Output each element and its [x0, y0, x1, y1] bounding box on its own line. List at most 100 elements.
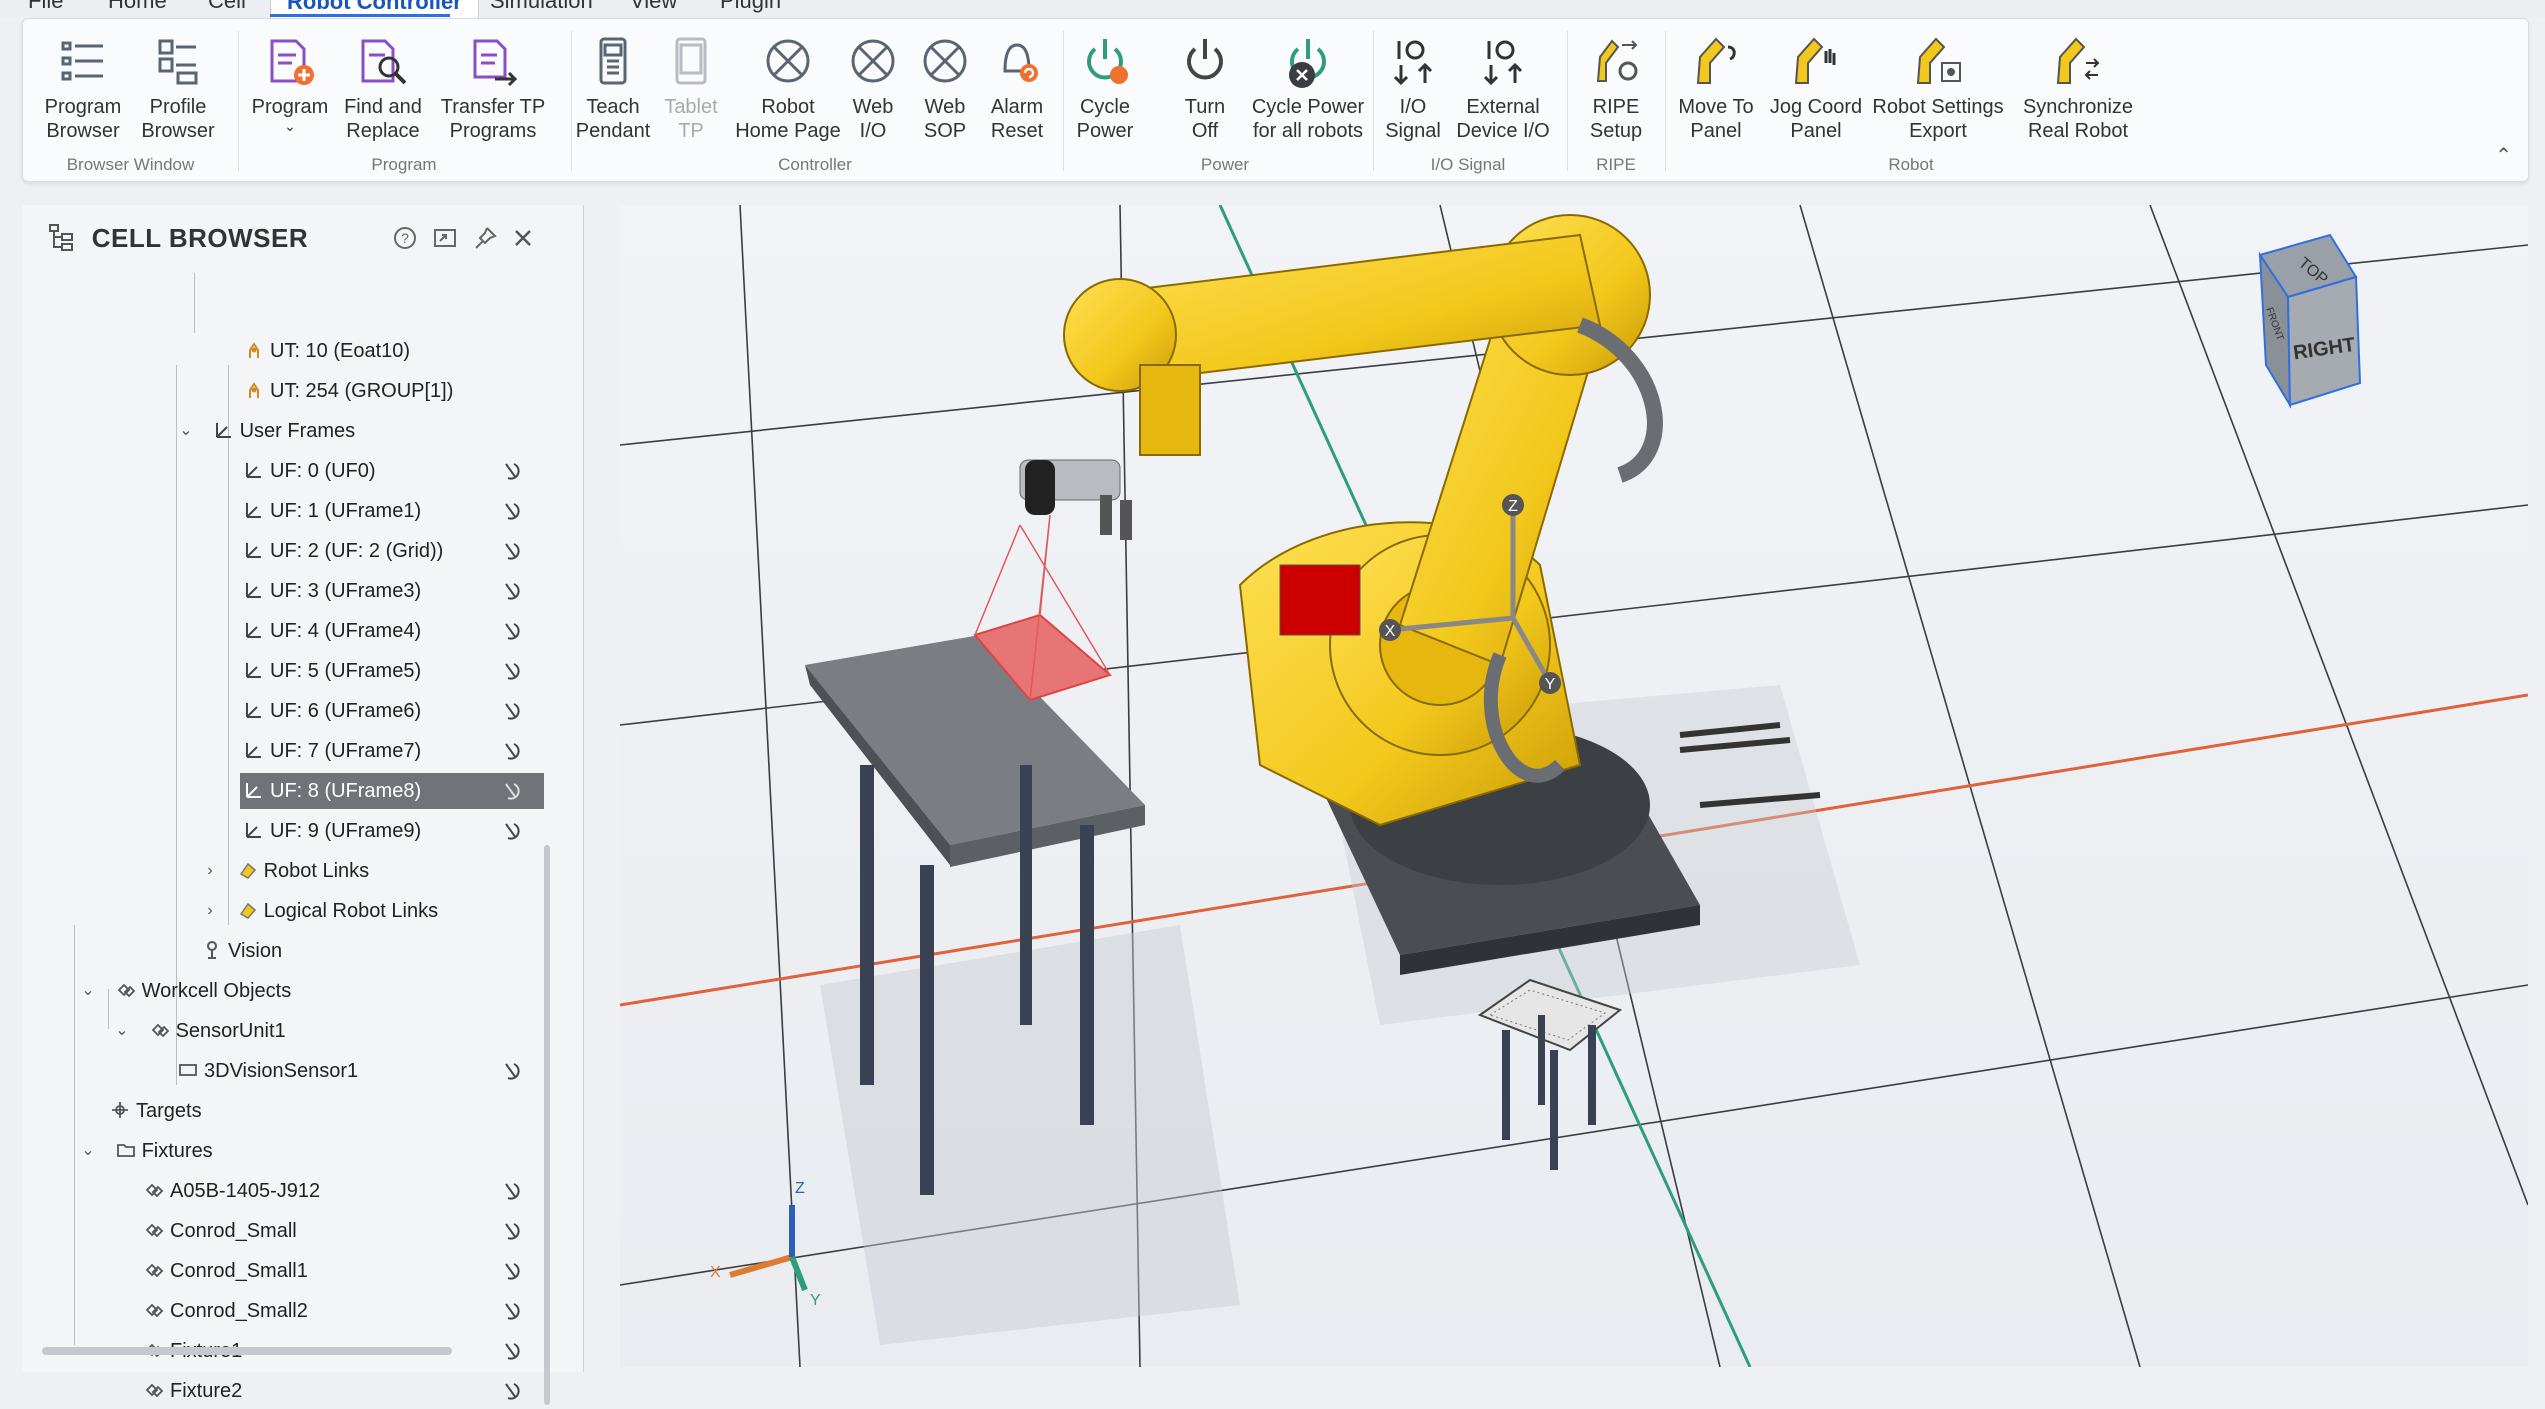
export-icon[interactable]: [432, 225, 458, 251]
tree-item-vision[interactable]: Vision: [202, 933, 282, 969]
sensor-icon: [179, 1064, 197, 1076]
world-y-label: Y: [810, 1292, 821, 1309]
menu-cell[interactable]: Cell: [208, 0, 246, 14]
tree-item-robot-links[interactable]: › Robot Links: [202, 853, 369, 889]
web-sop-button[interactable]: Web SOP: [905, 33, 985, 143]
chevron-down-icon[interactable]: ⌄: [114, 1013, 130, 1049]
tree-item-uf4[interactable]: UF: 4 (UFrame4): [244, 613, 421, 649]
visibility-link-icon[interactable]: [500, 700, 522, 722]
io-signal-button[interactable]: I/O Signal: [1373, 33, 1453, 143]
visibility-link-icon[interactable]: [500, 780, 522, 802]
user-frame-icon: [246, 783, 261, 798]
program-browser-label: Program Browser: [44, 96, 122, 142]
alarm-reset-button[interactable]: Alarm Reset: [977, 33, 1057, 143]
visibility-link-icon[interactable]: [500, 540, 522, 562]
visibility-link-icon[interactable]: [500, 620, 522, 642]
tree-item-sensor-unit[interactable]: ⌄ SensorUnit1: [114, 1013, 285, 1049]
tree-item-fixtures[interactable]: ⌄ Fixtures: [80, 1133, 212, 1169]
tree-item-uf5[interactable]: UF: 5 (UFrame5): [244, 653, 421, 689]
visibility-link-icon[interactable]: [500, 820, 522, 842]
tree-item-fixture-conrod-small1[interactable]: Conrod_Small1: [144, 1253, 308, 1289]
visibility-link-icon[interactable]: [500, 1300, 522, 1322]
tree-item-vision-sensor[interactable]: 3DVisionSensor1: [178, 1053, 358, 1089]
tree-item-label: Vision: [228, 940, 283, 962]
tree-item-fixture2[interactable]: Fixture2: [144, 1373, 242, 1409]
menu-simulation[interactable]: Simulation: [490, 0, 593, 14]
turn-off-button[interactable]: Turn Off: [1165, 33, 1245, 143]
tree-item-user-frames[interactable]: ⌄ User Frames: [178, 413, 355, 449]
tree-item-uf0[interactable]: UF: 0 (UF0): [244, 453, 376, 489]
tree-item-label: UF: 3 (UFrame3): [270, 580, 422, 602]
synchronize-real-robot-button[interactable]: Synchronize Real Robot: [2003, 33, 2153, 143]
visibility-link-icon[interactable]: [500, 1180, 522, 1202]
program-button[interactable]: Program ⌄: [245, 33, 335, 133]
visibility-link-icon[interactable]: [500, 1380, 522, 1402]
visibility-link-icon[interactable]: [500, 740, 522, 762]
collapse-ribbon-icon[interactable]: ⌃: [2495, 143, 2512, 168]
vertical-scrollbar[interactable]: [544, 845, 550, 1405]
visibility-link-icon[interactable]: [500, 1340, 522, 1362]
view-cube[interactable]: TOP RIGHT FRONT: [2258, 233, 2362, 409]
tree-item-uf8[interactable]: UF: 8 (UFrame8): [240, 773, 544, 809]
cycle-power-all-label: Cycle Power for all robots: [1251, 96, 1365, 142]
tree-item-workcell-objects[interactable]: ⌄ Workcell Objects: [80, 973, 291, 1009]
menu-home[interactable]: Home: [108, 0, 167, 14]
robot-settings-export-button[interactable]: Robot Settings Export: [1858, 33, 2018, 143]
transfer-tp-programs-button[interactable]: Transfer TP Programs: [423, 33, 563, 143]
chevron-right-icon[interactable]: ›: [202, 853, 218, 889]
panel-splitter[interactable]: [583, 205, 584, 1372]
move-to-panel-button[interactable]: Move To Panel: [1661, 33, 1771, 143]
tree-item-fixture-conrod-small[interactable]: Conrod_Small: [144, 1213, 297, 1249]
ripe-setup-button[interactable]: RIPE Setup: [1571, 33, 1661, 143]
tree-item-uf3[interactable]: UF: 3 (UFrame3): [244, 573, 421, 609]
profile-browser-label: Profile Browser: [141, 96, 215, 142]
chevron-down-icon[interactable]: ⌄: [80, 973, 96, 1009]
jog-coord-panel-button[interactable]: Jog Coord Panel: [1761, 33, 1871, 143]
visibility-link-icon[interactable]: [500, 1060, 522, 1082]
chevron-down-icon[interactable]: ⌄: [178, 413, 194, 449]
link-icon: [239, 902, 256, 919]
user-frame-icon: [246, 663, 261, 678]
menu-view[interactable]: View: [630, 0, 677, 14]
visibility-link-icon[interactable]: [500, 660, 522, 682]
visibility-link-icon[interactable]: [500, 1220, 522, 1242]
tree-item-ut10[interactable]: UT: 10 (Eoat10): [244, 333, 410, 369]
tree-item-uf9[interactable]: UF: 9 (UFrame9): [244, 813, 421, 849]
tree-item-uf7[interactable]: UF: 7 (UFrame7): [244, 733, 421, 769]
tree-item-fixture-a05b[interactable]: A05B-1405-J912: [144, 1173, 320, 1209]
tree-item-uf2[interactable]: UF: 2 (UF: 2 (Grid)): [244, 533, 443, 569]
web-io-button[interactable]: Web I/O: [833, 33, 913, 143]
visibility-link-icon[interactable]: [500, 1260, 522, 1282]
tree-item-fixture-conrod-small2[interactable]: Conrod_Small2: [144, 1293, 308, 1329]
tree-item-uf6[interactable]: UF: 6 (UFrame6): [244, 693, 421, 729]
help-icon[interactable]: ?: [392, 225, 418, 251]
pin-icon[interactable]: [472, 225, 498, 251]
program-browser-button[interactable]: Program Browser: [33, 33, 133, 143]
menu-file[interactable]: File: [28, 0, 63, 14]
visibility-link-icon[interactable]: [500, 580, 522, 602]
user-frame-icon: [246, 703, 261, 718]
3d-viewport[interactable]: Z X Y Z X Y TOP RIGHT FRONT: [620, 205, 2528, 1367]
tree-item-targets[interactable]: Targets: [110, 1093, 202, 1129]
find-replace-button[interactable]: Find and Replace: [333, 33, 433, 143]
close-icon[interactable]: [510, 225, 536, 251]
visibility-link-icon[interactable]: [500, 500, 522, 522]
chevron-right-icon[interactable]: ›: [202, 893, 218, 929]
web-io-icon: [851, 39, 895, 83]
external-device-io-button[interactable]: External Device I/O: [1443, 33, 1563, 143]
horizontal-scrollbar[interactable]: [42, 1347, 452, 1355]
tree-item-uf1[interactable]: UF: 1 (UFrame1): [244, 493, 421, 529]
chevron-down-icon[interactable]: ⌄: [80, 1133, 96, 1169]
cycle-power-button[interactable]: Cycle Power: [1055, 33, 1155, 143]
profile-browser-button[interactable]: Profile Browser: [128, 33, 228, 143]
visibility-link-icon[interactable]: [500, 460, 522, 482]
find-replace-icon: [361, 39, 407, 85]
robot-jog-icon: [1794, 37, 1836, 84]
chevron-down-icon: ⌄: [284, 118, 296, 134]
tree-item-logical-robot-links[interactable]: › Logical Robot Links: [202, 893, 438, 929]
cycle-power-all-button[interactable]: Cycle Power for all robots: [1238, 33, 1378, 143]
teach-pendant-button[interactable]: Teach Pendant: [573, 33, 653, 143]
menu-plugin[interactable]: Plugin: [720, 0, 781, 14]
tree-item-ut254[interactable]: UT: 254 (GROUP[1]): [244, 373, 453, 409]
parts-icon: [145, 1183, 164, 1198]
